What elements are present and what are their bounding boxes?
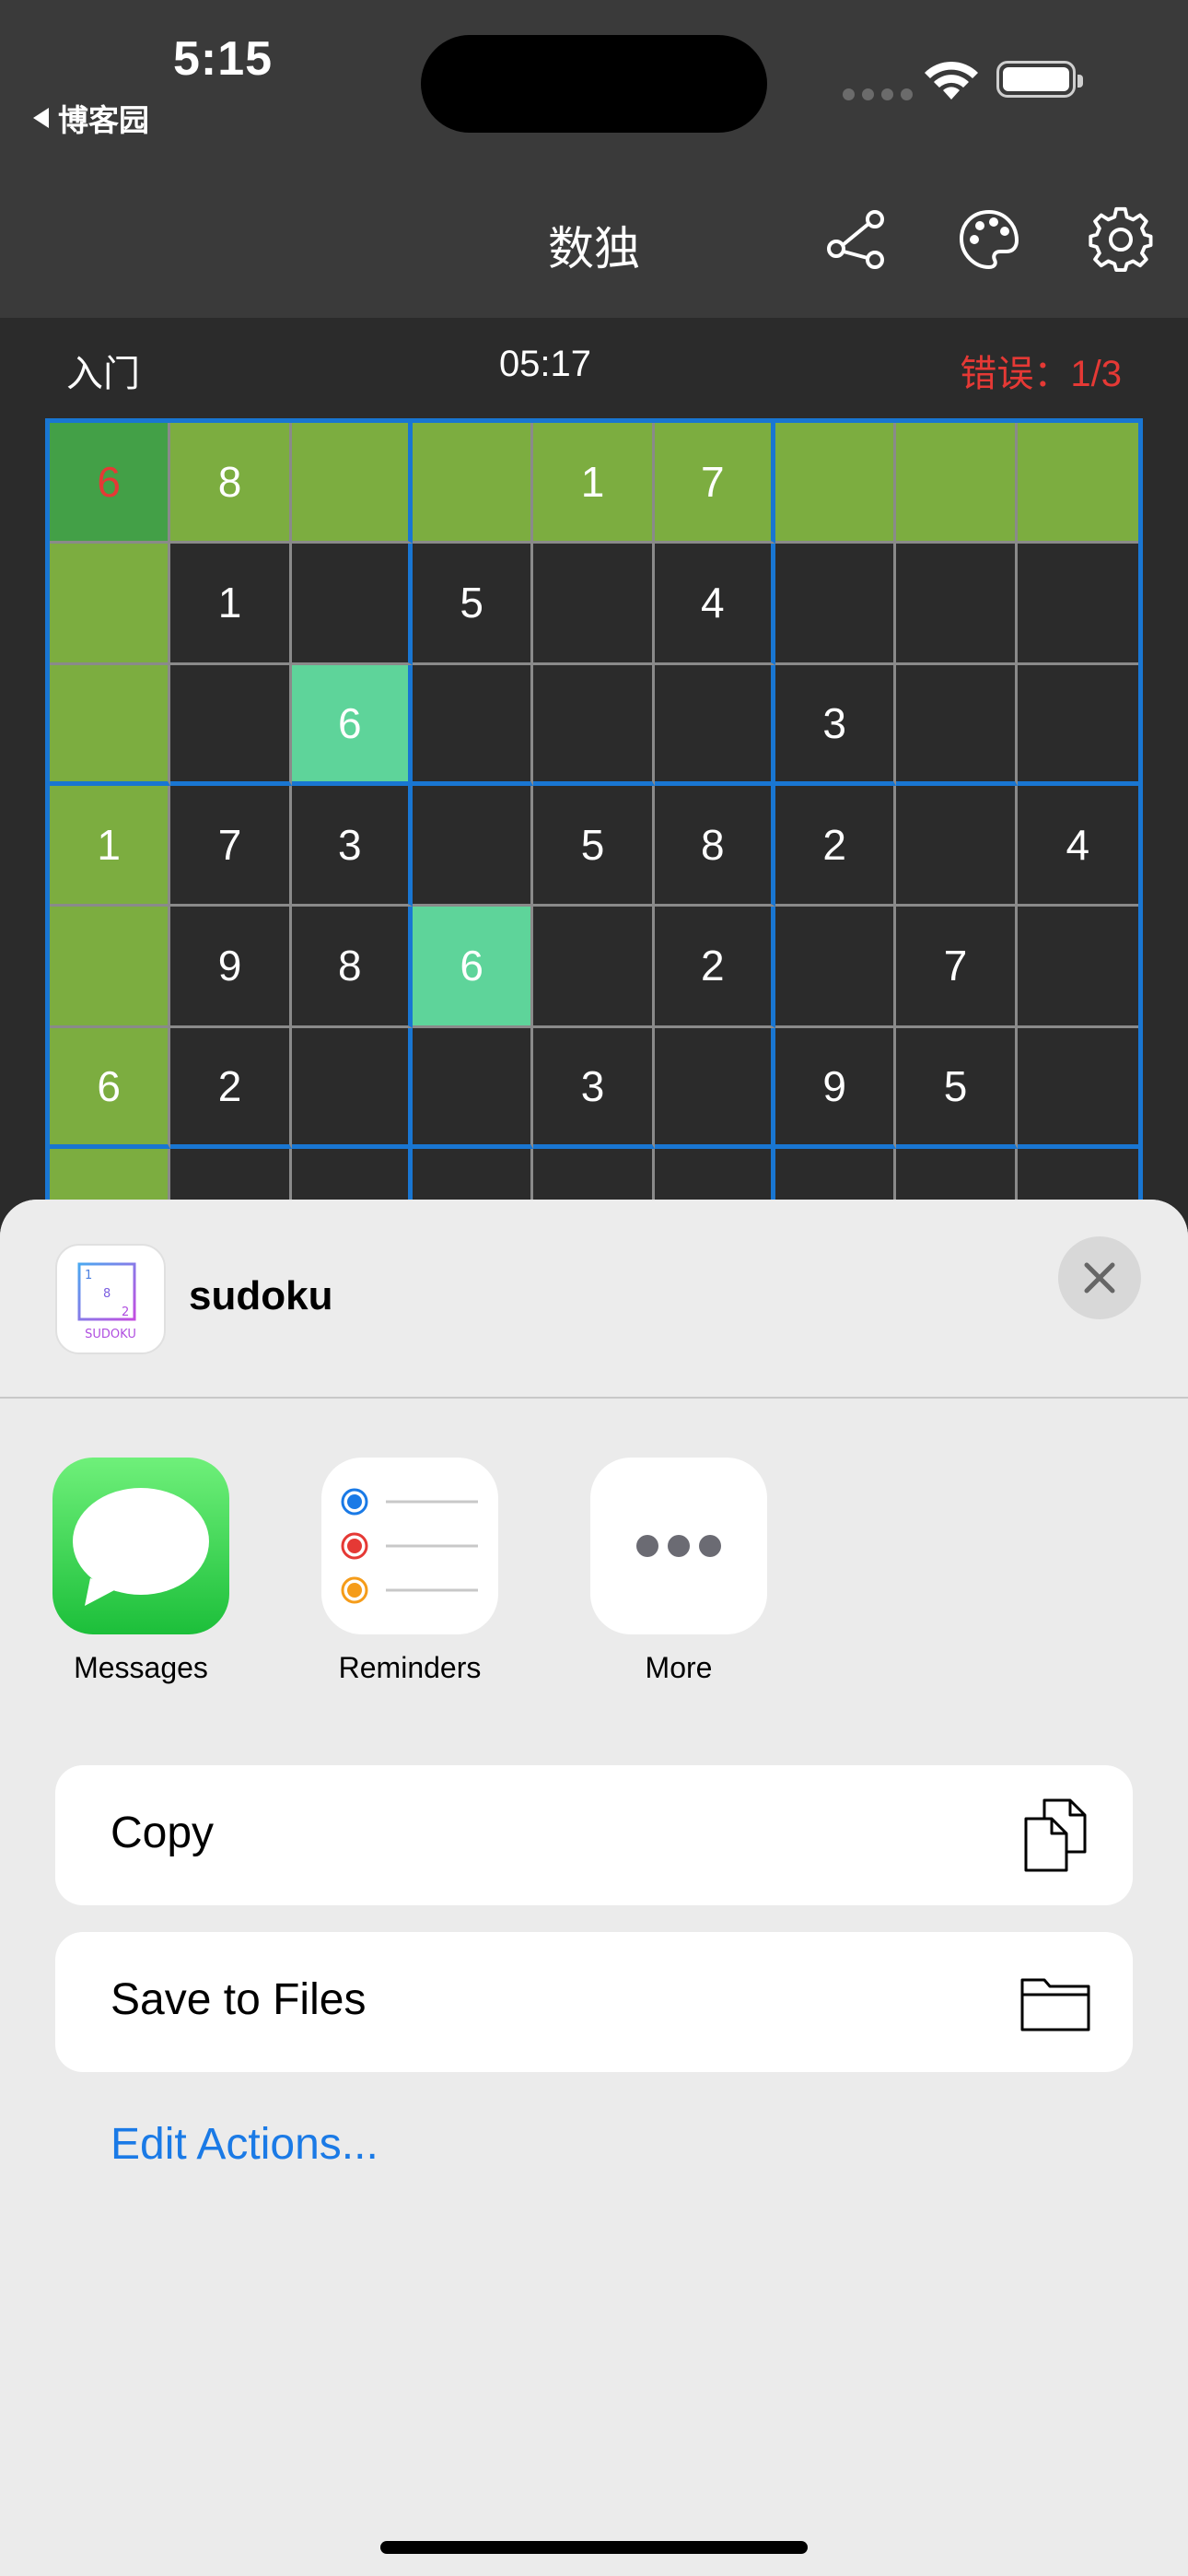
- sudoku-cell-r6-c6[interactable]: [654, 1027, 775, 1149]
- edit-actions-link[interactable]: Edit Actions...: [111, 2119, 379, 2170]
- share-app-label: Reminders: [338, 1651, 482, 1684]
- sudoku-cell-r2-c9[interactable]: [1017, 544, 1138, 665]
- sudoku-cell-r6-c9[interactable]: [1017, 1027, 1138, 1149]
- sudoku-cell-r3-c6[interactable]: [654, 664, 775, 786]
- sudoku-cell-r6-c3[interactable]: [291, 1027, 413, 1149]
- share-sheet-header: 1 8 2 SUDOKU sudoku: [0, 1200, 1188, 1399]
- sudoku-cell-r6-c1[interactable]: 6: [50, 1027, 171, 1149]
- share-app-label: More: [645, 1651, 713, 1684]
- sudoku-cell-r4-c5[interactable]: 5: [533, 785, 655, 907]
- sudoku-app-icon: 1 8 2 SUDOKU: [55, 1244, 166, 1354]
- sudoku-cell-r3-c4[interactable]: [412, 664, 534, 786]
- back-app-label: 博客园: [58, 103, 149, 137]
- close-icon: [1084, 1262, 1115, 1294]
- sudoku-cell-r2-c6[interactable]: 4: [654, 544, 775, 665]
- sudoku-cell-r4-c8[interactable]: [896, 785, 1018, 907]
- share-app-reminders[interactable]: Reminders: [321, 1458, 498, 1685]
- sudoku-cell-r2-c3[interactable]: [291, 544, 413, 665]
- sudoku-cell-r6-c7[interactable]: 9: [775, 1027, 897, 1149]
- logo-digit: 2: [122, 1306, 129, 1319]
- sudoku-cell-r4-c2[interactable]: 7: [170, 785, 292, 907]
- sudoku-cell-r1-c5[interactable]: 1: [533, 423, 655, 544]
- share-app-label: Messages: [74, 1651, 208, 1684]
- share-app-more[interactable]: More: [590, 1458, 767, 1685]
- sudoku-cell-r5-c3[interactable]: 8: [291, 907, 413, 1028]
- sudoku-cell-r2-c8[interactable]: [896, 544, 1018, 665]
- sudoku-cell-r6-c5[interactable]: 3: [533, 1027, 655, 1149]
- sudoku-cell-r3-c2[interactable]: [170, 664, 292, 786]
- sudoku-cell-r2-c2[interactable]: 1: [170, 544, 292, 665]
- game-info-row: 入门 05:17 错误：1/3: [0, 318, 1188, 419]
- sudoku-cell-r4-c6[interactable]: 8: [654, 785, 775, 907]
- nav-bar: 数独: [0, 175, 1188, 318]
- share-app-row: Messages Reminders More: [0, 1458, 1188, 1697]
- status-bar: 5:15 博客园: [0, 0, 1188, 175]
- sudoku-cell-r1-c4[interactable]: [412, 423, 534, 544]
- sudoku-cell-r2-c4[interactable]: 5: [412, 544, 534, 665]
- sudoku-cell-r2-c1[interactable]: [50, 544, 171, 665]
- share-sheet: 1 8 2 SUDOKU sudoku Messages Reminders M…: [0, 1200, 1188, 2576]
- sudoku-cell-r6-c4[interactable]: [412, 1027, 534, 1149]
- error-counter: 错误：1/3: [960, 354, 1122, 394]
- sudoku-cell-r1-c7[interactable]: [775, 423, 897, 544]
- sudoku-cell-r5-c9[interactable]: [1017, 907, 1138, 1028]
- sudoku-cell-r5-c2[interactable]: 9: [170, 907, 292, 1028]
- sudoku-cell-r3-c8[interactable]: [896, 664, 1018, 786]
- wifi-icon: [925, 61, 978, 100]
- sudoku-cell-r1-c2[interactable]: 8: [170, 423, 292, 544]
- back-to-app-button[interactable]: 博客园: [33, 96, 149, 140]
- messages-icon: [52, 1458, 229, 1634]
- close-button[interactable]: [1058, 1236, 1141, 1319]
- cellular-signal-icon: [843, 88, 913, 100]
- sudoku-cell-r6-c2[interactable]: 2: [170, 1027, 292, 1149]
- sudoku-cell-r5-c8[interactable]: 7: [896, 907, 1018, 1028]
- dynamic-island: [421, 35, 767, 133]
- sudoku-cell-r1-c1[interactable]: 6: [50, 423, 171, 544]
- sudoku-cell-r4-c9[interactable]: 4: [1017, 785, 1138, 907]
- sudoku-cell-r5-c4[interactable]: 6: [412, 907, 534, 1028]
- save-to-files-action[interactable]: Save to Files: [55, 1932, 1133, 2072]
- sudoku-cell-r3-c3[interactable]: 6: [291, 664, 413, 786]
- sudoku-cell-r5-c5[interactable]: [533, 907, 655, 1028]
- back-arrow-icon: [33, 108, 49, 128]
- sudoku-cell-r5-c1[interactable]: [50, 907, 171, 1028]
- more-icon: [590, 1458, 767, 1634]
- sudoku-cell-r2-c7[interactable]: [775, 544, 897, 665]
- sudoku-cell-r5-c6[interactable]: 2: [654, 907, 775, 1028]
- shared-app-name: sudoku: [189, 1273, 333, 1318]
- battery-icon: [996, 61, 1083, 98]
- sudoku-cell-r1-c8[interactable]: [896, 423, 1018, 544]
- action-label: Save to Files: [111, 1975, 367, 2024]
- palette-icon[interactable]: [954, 205, 1024, 275]
- gear-icon[interactable]: [1086, 205, 1156, 275]
- logo-digit: 1: [85, 1269, 92, 1282]
- share-icon[interactable]: [821, 205, 891, 275]
- home-indicator[interactable]: [380, 2541, 808, 2554]
- sudoku-cell-r3-c1[interactable]: [50, 664, 171, 786]
- sudoku-cell-r1-c9[interactable]: [1017, 423, 1138, 544]
- sudoku-cell-r1-c3[interactable]: [291, 423, 413, 544]
- reminders-icon: [321, 1458, 498, 1634]
- logo-digit: 8: [103, 1287, 111, 1301]
- sudoku-cell-r3-c5[interactable]: [533, 664, 655, 786]
- status-time: 5:15: [173, 32, 274, 86]
- sudoku-cell-r4-c7[interactable]: 2: [775, 785, 897, 907]
- action-label: Copy: [111, 1809, 215, 1857]
- logo-caption: SUDOKU: [85, 1328, 136, 1341]
- sudoku-cell-r4-c1[interactable]: 1: [50, 785, 171, 907]
- sudoku-cell-r2-c5[interactable]: [533, 544, 655, 665]
- sudoku-logo-icon: 1 8 2 SUDOKU: [77, 1262, 142, 1341]
- copy-action[interactable]: Copy: [55, 1765, 1133, 1905]
- game-timer: 05:17: [498, 344, 592, 384]
- share-app-messages[interactable]: Messages: [52, 1458, 229, 1685]
- sudoku-cell-r4-c3[interactable]: 3: [291, 785, 413, 907]
- sudoku-cell-r1-c6[interactable]: 7: [654, 423, 775, 544]
- folder-icon: [1020, 1978, 1090, 2032]
- sudoku-cell-r6-c8[interactable]: 5: [896, 1027, 1018, 1149]
- copy-icon: [1024, 1798, 1087, 1872]
- sudoku-cell-r3-c9[interactable]: [1017, 664, 1138, 786]
- sudoku-cell-r5-c7[interactable]: [775, 907, 897, 1028]
- sudoku-cell-r3-c7[interactable]: 3: [775, 664, 897, 786]
- sudoku-cell-r4-c4[interactable]: [412, 785, 534, 907]
